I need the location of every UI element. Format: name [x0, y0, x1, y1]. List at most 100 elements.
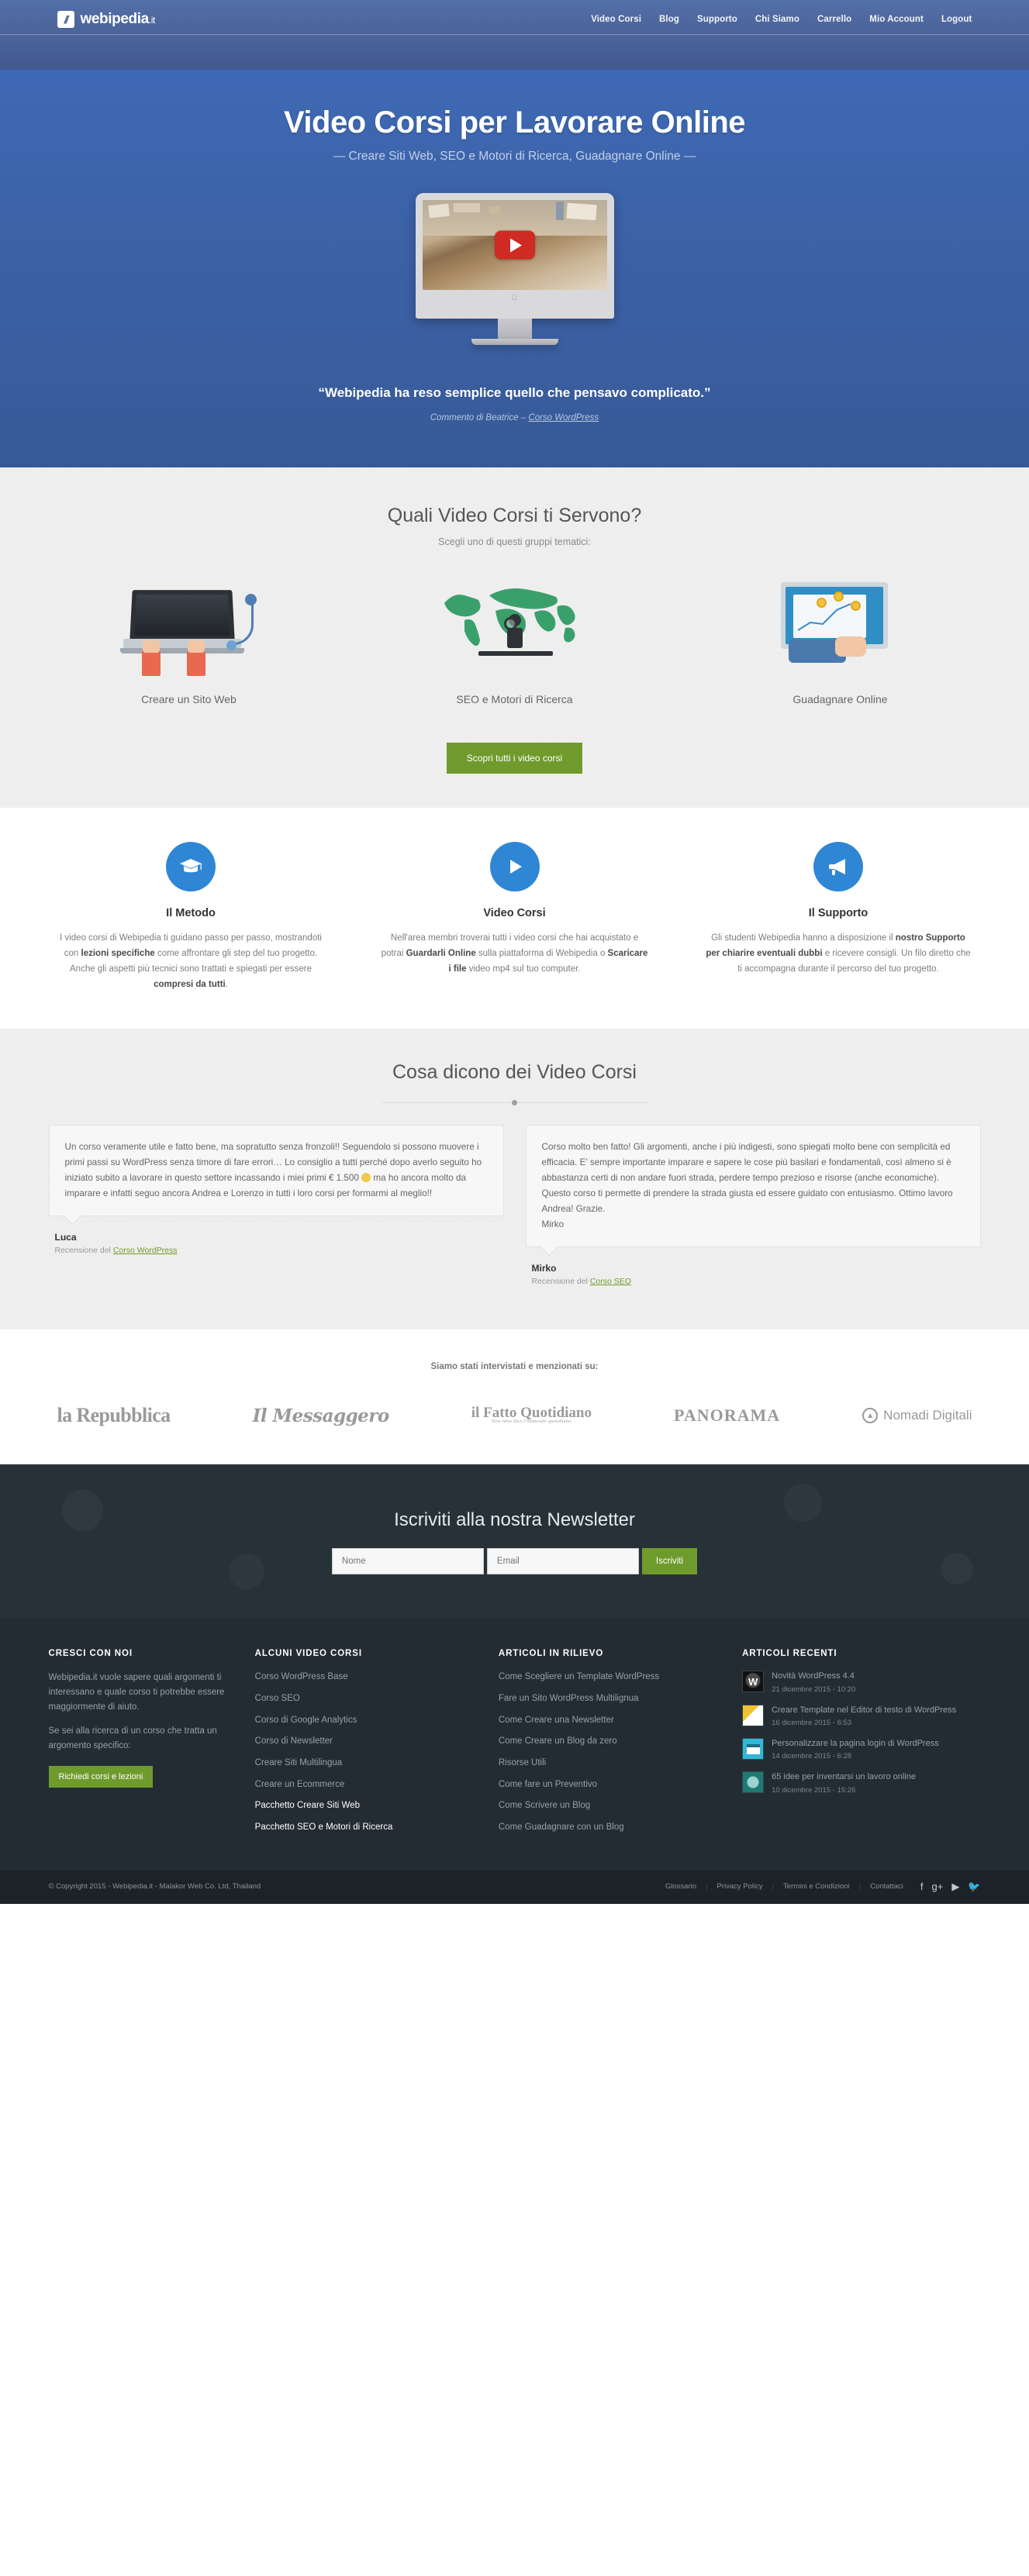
footer-column-articoli-recenti: ARTICOLI RECENTI W Novità WordPress 4.4 …	[742, 1649, 980, 1842]
bottom-link-termini-e-condizioni[interactable]: Termini e Condizioni	[783, 1882, 850, 1891]
brand-name: webipedia.it	[80, 11, 156, 27]
nav-item-video-corsi[interactable]: Video Corsi	[591, 15, 641, 24]
nav-item-carrello[interactable]: Carrello	[817, 15, 851, 24]
footer-heading: ARTICOLI RECENTI	[742, 1641, 837, 1658]
login-window-thumb-icon	[742, 1738, 765, 1760]
video-thumbnail[interactable]	[422, 200, 607, 290]
footer-link[interactable]: Pacchetto SEO e Motori di Ricerca	[255, 1821, 478, 1834]
footer-link[interactable]: Corso SEO	[255, 1692, 478, 1705]
category-item-guadagnare-online[interactable]: Guadagnare Online	[709, 575, 972, 705]
testimonials-title: Cosa dicono dei Video Corsi	[392, 1053, 637, 1083]
footer-heading: CRESCI CON NOI	[48, 1641, 133, 1658]
footer-link[interactable]: Pacchetto Creare Siti Web	[255, 1799, 478, 1812]
testimonials-divider	[381, 1099, 648, 1105]
twitter-icon[interactable]: 🐦	[968, 1881, 980, 1893]
apple-logo-icon: 	[423, 294, 607, 302]
recent-post-item[interactable]: Creare Template nel Editor di testo di W…	[742, 1704, 980, 1727]
nav-item-blog[interactable]: Blog	[659, 15, 679, 24]
copyright-text: © Copyright 2015 - Webipedia.it - Malako…	[48, 1874, 261, 1891]
testimonial-list: Un corso veramente utile e fatto bene, m…	[30, 1124, 1000, 1286]
footer-column-cresci-con-noi: CRESCI CON NOI Webipedia.it vuole sapere…	[48, 1641, 235, 1842]
hero-quote-course-link[interactable]: Corso WordPress	[528, 413, 599, 422]
recent-post-item[interactable]: 65 idee per inventarsi un lavoro online …	[742, 1771, 980, 1795]
testimonial-card: Corso molto ben fatto! Gli argomenti, an…	[525, 1124, 981, 1286]
footer-link[interactable]: Come Guadagnare con un Blog	[499, 1821, 722, 1834]
testimonial-course-link[interactable]: Corso SEO	[590, 1277, 631, 1286]
nav-item-chi-siamo[interactable]: Chi Siamo	[755, 15, 799, 24]
footer-link[interactable]: Risorse Utili	[499, 1757, 722, 1770]
category-item-seo-motori-ricerca[interactable]: SEO e Motori di Ricerca	[383, 575, 647, 705]
feature-text: Nell'area membri troverai tutti i video …	[381, 926, 648, 974]
recent-post-date: 16 dicembre 2015 - 6:53	[772, 1711, 852, 1727]
site-logo[interactable]: // webipedia.it	[57, 11, 155, 28]
imac-frame: 	[415, 193, 614, 319]
recent-post-date: 10 dicembre 2015 - 15:26	[772, 1778, 856, 1795]
hero-title: Video Corsi per Lavorare Online	[283, 105, 746, 140]
footer-link[interactable]: Corso di Newsletter	[255, 1735, 478, 1748]
footer-link[interactable]: Come fare un Preventivo	[499, 1778, 722, 1791]
recent-post-item[interactable]: W Novità WordPress 4.4 21 dicembre 2015 …	[742, 1671, 980, 1694]
bottom-link-glossario[interactable]: Glossario	[665, 1882, 696, 1891]
main-nav: Video Corsi Blog Supporto Chi Siamo Carr…	[591, 15, 972, 24]
testimonial-course-link[interactable]: Corso WordPress	[113, 1246, 178, 1255]
recent-post-date: 14 dicembre 2015 - 6:28	[772, 1744, 852, 1760]
press-logo-nomadi-digitali: ▲ Nomadi Digitali	[862, 1408, 972, 1424]
footer-link-list: Come Scegliere un Template WordPress Far…	[499, 1671, 722, 1833]
hero-quote-attribution: Commento di Beatrice – Corso WordPress	[0, 413, 1029, 422]
bottom-link-privacy-policy[interactable]: Privacy Policy	[717, 1882, 762, 1891]
nav-item-mio-account[interactable]: Mio Account	[869, 15, 924, 24]
request-courses-button[interactable]: Richiedi corsi e lezioni	[48, 1766, 154, 1788]
footer-link[interactable]: Fare un Sito WordPress Multilignua	[499, 1692, 722, 1705]
newsletter-name-input[interactable]	[331, 1548, 484, 1575]
facebook-icon[interactable]: f	[920, 1881, 924, 1893]
footer-link[interactable]: Corso di Google Analytics	[255, 1714, 478, 1727]
nav-item-logout[interactable]: Logout	[941, 15, 972, 24]
footer-link[interactable]: Creare un Ecommerce	[255, 1778, 478, 1791]
world-map-magnifier-icon	[441, 583, 589, 676]
footer-link[interactable]: Come Creare una Newsletter	[499, 1714, 722, 1727]
footer-link[interactable]: Corso WordPress Base	[255, 1671, 478, 1684]
brain-thumb-icon	[742, 1771, 765, 1794]
discover-all-courses-button[interactable]: Scopri tutti i video corsi	[446, 743, 583, 774]
bottom-bar-links: Glossario | Privacy Policy | Termini e C…	[665, 1881, 981, 1893]
footer-heading: ARTICOLI IN RILIEVO	[498, 1641, 604, 1658]
newsletter-email-input[interactable]	[486, 1548, 639, 1575]
recent-post-title[interactable]: Personalizzare la pagina login di WordPr…	[772, 1738, 939, 1750]
google-plus-icon[interactable]: g+	[931, 1881, 943, 1893]
press-logo-panorama: PANORAMA	[674, 1398, 781, 1425]
category-label: Creare un Sito Web	[141, 685, 237, 705]
footer-paragraph: Webipedia.it vuole sapere quali argoment…	[48, 1665, 225, 1712]
bottom-link-contattaci[interactable]: Contattaci	[870, 1882, 903, 1891]
divider: |	[772, 1874, 775, 1891]
brand-tld: .it	[148, 15, 156, 26]
footer-link[interactable]: Come Scrivere un Blog	[499, 1799, 722, 1812]
feature-text: I video corsi di Webipedia ti guidano pa…	[60, 926, 322, 989]
hero-video-player[interactable]: 	[415, 193, 614, 345]
recent-post-title[interactable]: 65 idee per inventarsi un lavoro online	[772, 1771, 916, 1783]
site-footer: CRESCI CON NOI Webipedia.it vuole sapere…	[0, 1618, 1029, 1869]
play-icon[interactable]	[494, 230, 535, 260]
newsletter-submit-button[interactable]: Iscriviti	[641, 1548, 698, 1575]
carousel-dot[interactable]	[512, 1099, 517, 1105]
footer-link[interactable]: Come Creare un Blog da zero	[499, 1735, 722, 1748]
recent-post-item[interactable]: Personalizzare la pagina login di WordPr…	[742, 1738, 980, 1760]
testimonial-card: Un corso veramente utile e fatto bene, m…	[48, 1124, 504, 1255]
newsletter-title: Iscriviti alla nostra Newsletter	[394, 1502, 635, 1530]
bottom-bar: © Copyright 2015 - Webipedia.it - Malako…	[0, 1868, 1029, 1904]
site-header: // webipedia.it Video Corsi Blog Support…	[0, 0, 1029, 70]
imac-base	[471, 339, 558, 345]
press-section: Siamo stati intervistati e menzionati su…	[0, 1329, 1029, 1465]
footer-link[interactable]: Come Scegliere un Template WordPress	[499, 1671, 722, 1684]
palm-tree-icon: ▲	[862, 1408, 879, 1424]
category-item-creare-sito-web[interactable]: Creare un Sito Web	[57, 575, 321, 705]
recent-post-title[interactable]: Novità WordPress 4.4	[772, 1671, 855, 1682]
features-section: Il Metodo I video corsi di Webipedia ti …	[0, 808, 1029, 1029]
divider: |	[858, 1874, 862, 1891]
categories-subtitle: Scegli uno di questi gruppi tematici:	[438, 529, 591, 547]
footer-link[interactable]: Creare Siti Multilingua	[255, 1757, 478, 1770]
youtube-icon[interactable]: ▶	[951, 1881, 959, 1893]
feature-il-metodo: Il Metodo I video corsi di Webipedia ti …	[57, 842, 325, 993]
nav-item-supporto[interactable]: Supporto	[697, 15, 737, 24]
recent-post-title[interactable]: Creare Template nel Editor di testo di W…	[772, 1705, 956, 1716]
monitor-chart-coins-icon	[767, 579, 914, 676]
